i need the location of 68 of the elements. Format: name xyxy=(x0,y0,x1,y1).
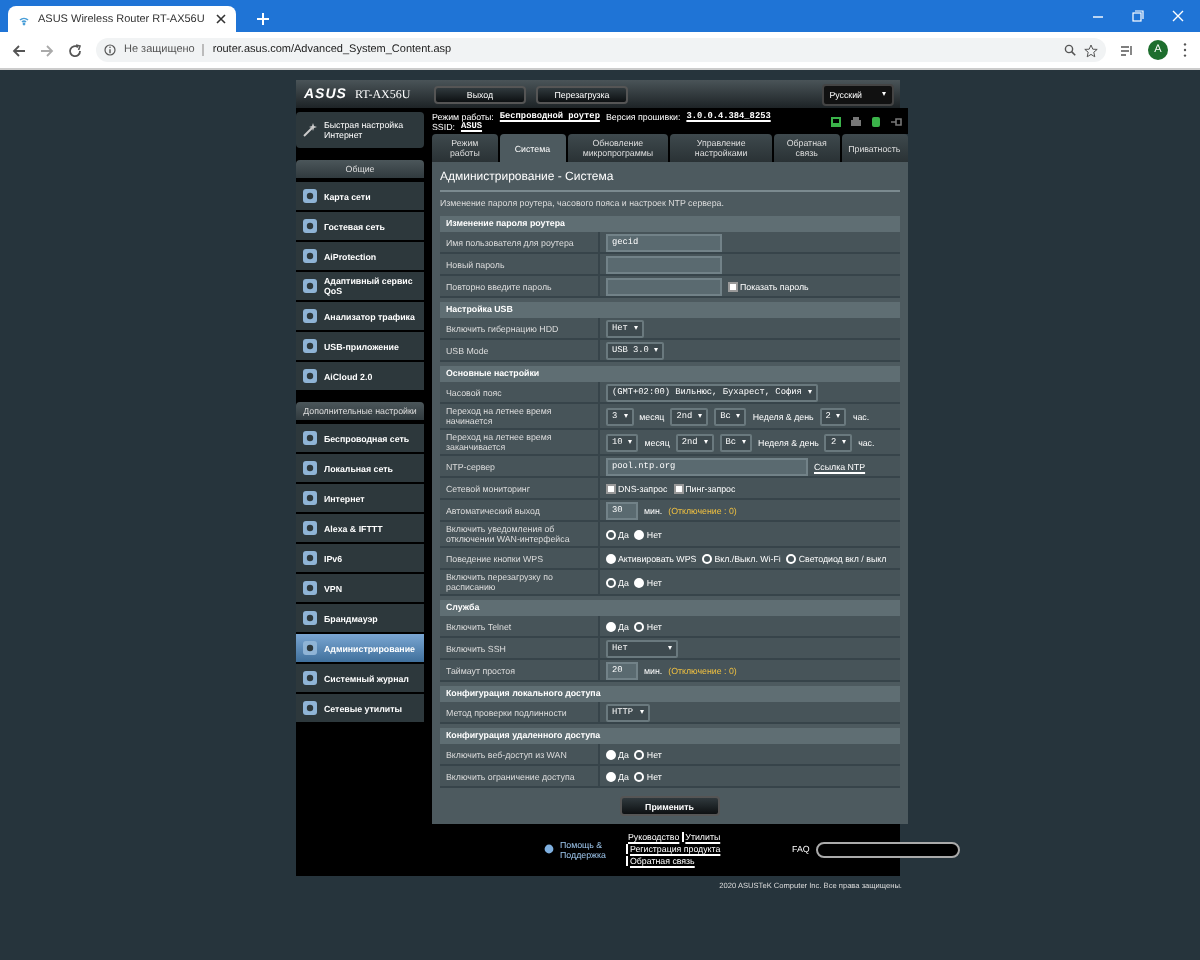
plug-icon xyxy=(889,115,902,127)
app-icon xyxy=(302,430,318,446)
app-icon xyxy=(302,368,318,384)
caret-icon xyxy=(807,390,812,394)
app-icon xyxy=(302,640,318,656)
app-icon xyxy=(302,308,318,324)
checkbox[interactable] xyxy=(673,483,684,493)
radio-button[interactable] xyxy=(606,621,616,631)
playlist-icon[interactable] xyxy=(1120,43,1134,57)
app-icon xyxy=(302,490,318,506)
radio-button[interactable] xyxy=(606,771,616,781)
app-icon xyxy=(302,520,318,536)
restore-icon[interactable] xyxy=(1132,10,1144,22)
app-icon xyxy=(302,338,318,354)
radio-button[interactable] xyxy=(786,553,797,563)
radio-button[interactable] xyxy=(606,577,616,587)
radio-button[interactable] xyxy=(634,771,645,781)
minimize-icon[interactable] xyxy=(1092,10,1104,22)
more-icon[interactable] xyxy=(1182,42,1188,58)
caret-icon xyxy=(842,440,847,444)
back-icon[interactable] xyxy=(12,43,26,57)
printer-icon xyxy=(849,115,862,127)
caret-icon xyxy=(668,646,672,650)
radio-button[interactable] xyxy=(606,529,616,539)
caret-icon xyxy=(633,326,638,330)
app-icon xyxy=(302,580,318,596)
app-icon xyxy=(302,248,318,264)
radio-button[interactable] xyxy=(634,749,645,759)
caret-icon xyxy=(698,414,703,418)
caret-icon xyxy=(628,440,633,444)
caret-icon xyxy=(623,414,628,418)
wifi-icon xyxy=(18,13,30,25)
caret-icon xyxy=(654,348,659,352)
radio-button[interactable] xyxy=(606,553,616,563)
radio-button[interactable] xyxy=(634,621,645,631)
close-icon[interactable] xyxy=(216,14,226,24)
info-icon xyxy=(104,44,116,56)
caret-icon xyxy=(742,440,747,444)
caret-icon xyxy=(836,414,841,418)
wand-icon xyxy=(302,122,318,138)
zoom-icon[interactable] xyxy=(1064,44,1076,56)
input-field[interactable] xyxy=(606,255,722,273)
app-icon xyxy=(302,188,318,204)
radio-button[interactable] xyxy=(606,749,616,759)
input-field[interactable] xyxy=(606,277,722,295)
app-icon xyxy=(302,610,318,626)
faq-search-field[interactable] xyxy=(815,841,960,857)
caret-icon xyxy=(639,710,644,714)
app-icon xyxy=(302,278,318,294)
radio-button[interactable] xyxy=(634,577,645,587)
star-icon[interactable] xyxy=(1084,43,1098,57)
app-icon xyxy=(302,670,318,686)
radio-button[interactable] xyxy=(702,553,713,563)
app-icon xyxy=(302,218,318,234)
app-icon xyxy=(302,550,318,566)
app-icon xyxy=(302,700,318,716)
radio-button[interactable] xyxy=(634,529,645,539)
usb-icon xyxy=(869,115,882,127)
help-icon xyxy=(544,844,554,854)
app-icon xyxy=(302,460,318,476)
checkbox[interactable] xyxy=(606,483,616,493)
new-tab-icon[interactable] xyxy=(256,12,270,26)
reload-icon[interactable] xyxy=(68,43,82,57)
checkbox[interactable] xyxy=(728,281,738,291)
caret-icon xyxy=(703,440,708,444)
network-icon xyxy=(829,115,842,127)
caret-icon xyxy=(736,414,741,418)
caret-icon xyxy=(882,92,886,96)
